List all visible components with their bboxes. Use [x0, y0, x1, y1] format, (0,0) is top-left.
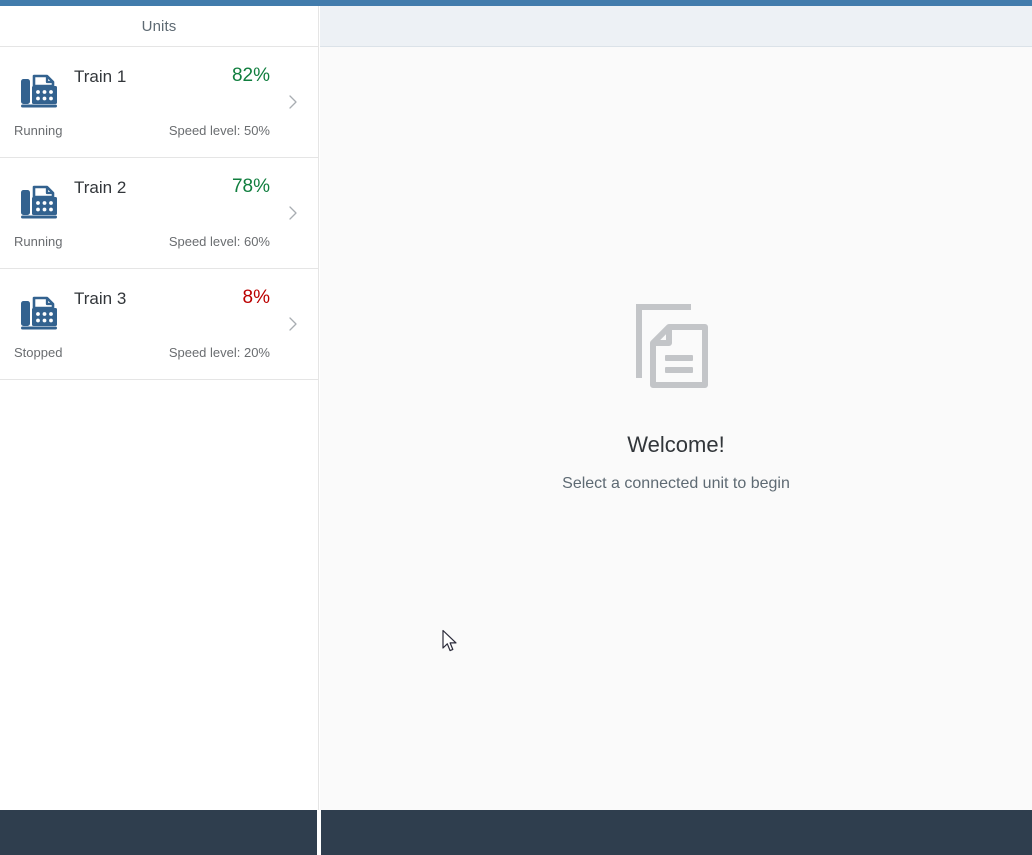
application-root: Units Train 1 82% Running Speed level: 5…: [0, 0, 1032, 855]
chevron-right-icon[interactable]: [287, 205, 299, 221]
detail-panel: Welcome! Select a connected unit to begi…: [320, 6, 1032, 810]
page-title: Welcome!: [627, 432, 725, 457]
units-panel-header: Units: [0, 6, 318, 47]
unit-speed-level: Speed level: 50%: [168, 123, 270, 138]
welcome-subtitle: Select a connected unit to begin: [562, 475, 790, 492]
unit-speed-level: Speed level: 20%: [168, 345, 270, 360]
detail-panel-header: [320, 6, 1032, 47]
unit-value: 82%: [231, 65, 270, 86]
welcome-placeholder: Welcome! Select a connected unit to begi…: [320, 297, 1032, 493]
unit-status: Running: [14, 123, 63, 138]
fax-icon: [18, 69, 62, 113]
documents-copy-icon: [631, 297, 721, 397]
fax-icon: [18, 291, 62, 335]
list-item[interactable]: Train 1 82% Running Speed level: 50%: [0, 47, 318, 158]
unit-status: Stopped: [14, 345, 63, 360]
fax-icon: [18, 180, 62, 224]
units-list: Train 1 82% Running Speed level: 50% Tra…: [0, 47, 318, 380]
units-master-panel: Units Train 1 82% Running Speed level: 5…: [0, 6, 319, 810]
footer-left-bar: [0, 810, 319, 855]
unit-name: Train 3: [74, 289, 127, 308]
unit-value: 78%: [231, 176, 270, 197]
detail-panel-body: Welcome! Select a connected unit to begi…: [320, 47, 1032, 810]
unit-speed-level: Speed level: 60%: [168, 234, 270, 249]
chevron-right-icon[interactable]: [287, 94, 299, 110]
list-item[interactable]: Train 2 78% Running Speed level: 60%: [0, 158, 318, 269]
unit-name: Train 1: [74, 67, 127, 86]
footer-right-bar: [321, 810, 1032, 855]
list-item[interactable]: Train 3 8% Stopped Speed level: 20%: [0, 269, 318, 380]
unit-value: 8%: [242, 287, 270, 308]
unit-status: Running: [14, 234, 63, 249]
units-panel-title: Units: [141, 17, 177, 35]
unit-name: Train 2: [74, 178, 127, 197]
chevron-right-icon[interactable]: [287, 316, 299, 332]
